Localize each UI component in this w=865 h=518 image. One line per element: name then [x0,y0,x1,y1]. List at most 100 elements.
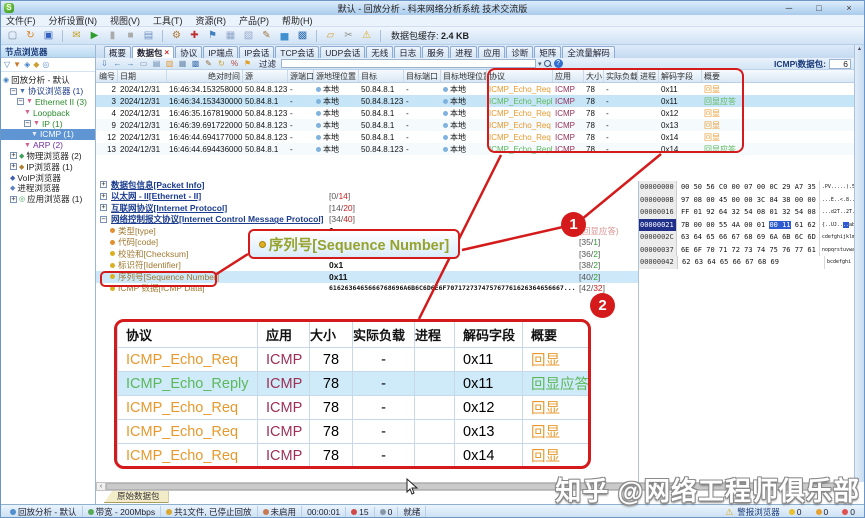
export-icon[interactable]: ✉ [69,28,84,43]
horizontal-scrollbar[interactable]: ‹ › [96,482,856,491]
goto-icon[interactable]: ⇩ [99,59,110,69]
column-header-protocol[interactable]: 协议 [487,70,553,82]
matrix-icon[interactable]: ▩ [295,28,310,43]
tools-icon[interactable]: ✎ [259,28,274,43]
hex-row[interactable]: 0000000B97 08 00 45 00 00 3C 84 38 00 00… [639,194,855,207]
column-header-size[interactable]: 大小 [584,70,604,82]
tab-概要[interactable]: 概要 [104,46,131,58]
packet-buffer-icon[interactable]: ▦ [223,28,238,43]
packet-row[interactable]: 92024/12/3116:46:39.69172200050.84.8.123… [96,119,856,131]
layout-split-icon[interactable]: ▤ [151,59,162,69]
decode-icon[interactable]: ▩ [190,59,201,69]
tab-矩阵[interactable]: 矩阵 [534,46,561,58]
column-header-sgeo[interactable]: 源地理位置 [314,70,359,82]
export-node-icon[interactable]: ◎ [42,60,49,69]
start-replay-icon[interactable]: ▶ [87,28,102,43]
packet-row[interactable]: 42024/12/3116:46:35.16781900050.84.8.123… [96,107,856,119]
scroll-left-arrow[interactable]: ‹ [97,483,106,490]
make-filter-icon[interactable]: ◆ [33,60,39,69]
tree-item-3[interactable]: ▼Loopback [1,107,95,118]
tree-expander-icon[interactable]: − [10,88,17,95]
filter-dropdown-icon[interactable]: ▾ [538,60,542,68]
tab-IP端点[interactable]: IP端点 [203,46,238,58]
decode-row[interactable]: −网络控制报文协议[Internet Control Message Proto… [96,214,638,226]
tab-close-icon[interactable]: × [165,48,170,57]
tree-expander-icon[interactable]: − [17,98,24,105]
decode-row[interactable]: +以太网 - II[Ethernet - II][0/14] [96,191,638,203]
tab-IP会话[interactable]: IP会话 [239,46,274,58]
hex-dump-panel[interactable]: 0000000000 50 56 C0 00 07 00 0C 29 A7 35… [638,181,855,482]
tree-item-4[interactable]: −▼IP (1) [1,118,95,129]
packet-row[interactable]: 22024/12/3116:46:34.15325800050.84.8.123… [96,83,856,95]
options-icon[interactable]: ⚙ [169,28,184,43]
tree-expander-icon[interactable]: − [24,120,31,127]
stop-replay-icon[interactable]: ■ [123,28,138,43]
hex-row[interactable]: 0000000000 50 56 C0 00 07 00 0C 29 A7 35… [639,181,855,194]
pause-replay-icon[interactable]: ▮ [105,28,120,43]
mark-icon[interactable]: ⚑ [242,59,253,69]
tab-服务[interactable]: 服务 [422,46,449,58]
tree-item-0[interactable]: ◉回放分析 - 默认 [1,75,95,86]
tree-item-10[interactable]: ◆进程浏览器 [1,183,95,194]
maximize-button[interactable]: □ [804,3,834,13]
hex-row[interactable]: 000000376E 6F 70 71 72 73 74 75 76 77 61… [639,244,855,257]
alert-browser-label[interactable]: 警报浏览器 [737,506,780,518]
scroll-right-arrow[interactable]: › [846,483,855,490]
menu-item-5[interactable]: 产品(P) [239,14,269,27]
decode-row[interactable]: ICMP 数据[ICMP Data]6162636465666768696A6B… [96,283,638,295]
tree-item-1[interactable]: −▼协议浏览器 (1) [1,86,95,97]
replay-settings-icon[interactable]: ▤ [141,28,156,43]
column-header-src[interactable]: 源 [243,70,288,82]
tree-expander-icon[interactable]: + [10,163,17,170]
scrollbar-thumb[interactable] [106,483,846,490]
column-header-summary[interactable]: 概要 [702,70,743,82]
tree-item-8[interactable]: +◆IP浏览器 (1) [1,161,95,172]
decode-row[interactable]: +数据包信息[Packet Info] [96,179,638,191]
column-header-payload[interactable]: 实际负载 [604,70,638,82]
tab-raw-packets[interactable]: 原始数据包 [104,491,169,503]
refresh-icon[interactable]: ↻ [216,59,227,69]
column-header-dport[interactable]: 目标端口 [404,70,441,82]
layout-left-icon[interactable]: ▥ [164,59,175,69]
packet-row[interactable]: 32024/12/3116:46:34.15343000050.84.8.1-本… [96,95,856,107]
column-header-dst[interactable]: 目标 [359,70,404,82]
column-header-dgeo[interactable]: 目标地理位置 [441,70,487,82]
help-icon[interactable]: ? [554,59,563,68]
tab-诊断[interactable]: 诊断 [506,46,533,58]
tab-进程[interactable]: 进程 [450,46,477,58]
filter-funnel-icon[interactable]: ▽ [4,60,10,69]
prev-packet-icon[interactable]: ← [112,59,123,69]
menu-item-4[interactable]: 资源(R) [196,14,227,27]
menu-item-3[interactable]: 工具(T) [153,14,183,27]
edit-icon[interactable]: ✂ [341,28,356,43]
right-panel-strip[interactable]: ▴ [854,45,864,482]
search-icon[interactable] [544,60,552,68]
close-button[interactable]: × [834,3,864,13]
save-icon[interactable]: ▣ [41,28,56,43]
menu-item-2[interactable]: 视图(V) [110,14,140,27]
tab-应用[interactable]: 应用 [478,46,505,58]
decode-row[interactable]: 序列号[Sequence Number]0x11[40/2] [96,271,638,283]
decode-expander-icon[interactable]: + [100,181,107,188]
alarm-icon[interactable]: ⚠ [359,28,374,43]
tree-item-7[interactable]: +◆物理浏览器 (2) [1,151,95,162]
column-header-date[interactable]: 日期 [118,70,167,82]
column-header-process[interactable]: 进程 [638,70,659,82]
tree-item-11[interactable]: +◎应用浏览器 (1) [1,194,95,205]
menu-item-6[interactable]: 帮助(H) [282,14,313,27]
graph-icon[interactable]: ▅ [277,28,292,43]
percent-icon[interactable]: % [229,59,240,69]
tree-item-6[interactable]: ▼ARP (2) [1,140,95,151]
notes-icon[interactable]: ✎ [203,59,214,69]
filter-icon[interactable]: ⚑ [205,28,220,43]
packet-row[interactable]: 122024/12/3116:46:44.69417700050.84.8.12… [96,131,856,143]
tree-item-2[interactable]: −▼Ethernet II (3) [1,97,95,108]
locate-icon[interactable]: ◈ [24,60,30,69]
hex-row[interactable]: 0000004262 63 64 65 66 67 68 69bcdefghi [639,256,855,269]
log-view-icon[interactable]: ▧ [241,28,256,43]
tree-expander-icon[interactable]: + [10,152,17,159]
tab-TCP会话[interactable]: TCP会话 [275,46,319,58]
column-header-time[interactable]: 绝对时间 [167,70,243,82]
tab-无线[interactable]: 无线 [366,46,393,58]
hex-row[interactable]: 0000002C63 64 65 66 67 68 69 6A 6B 6C 6D… [639,231,855,244]
